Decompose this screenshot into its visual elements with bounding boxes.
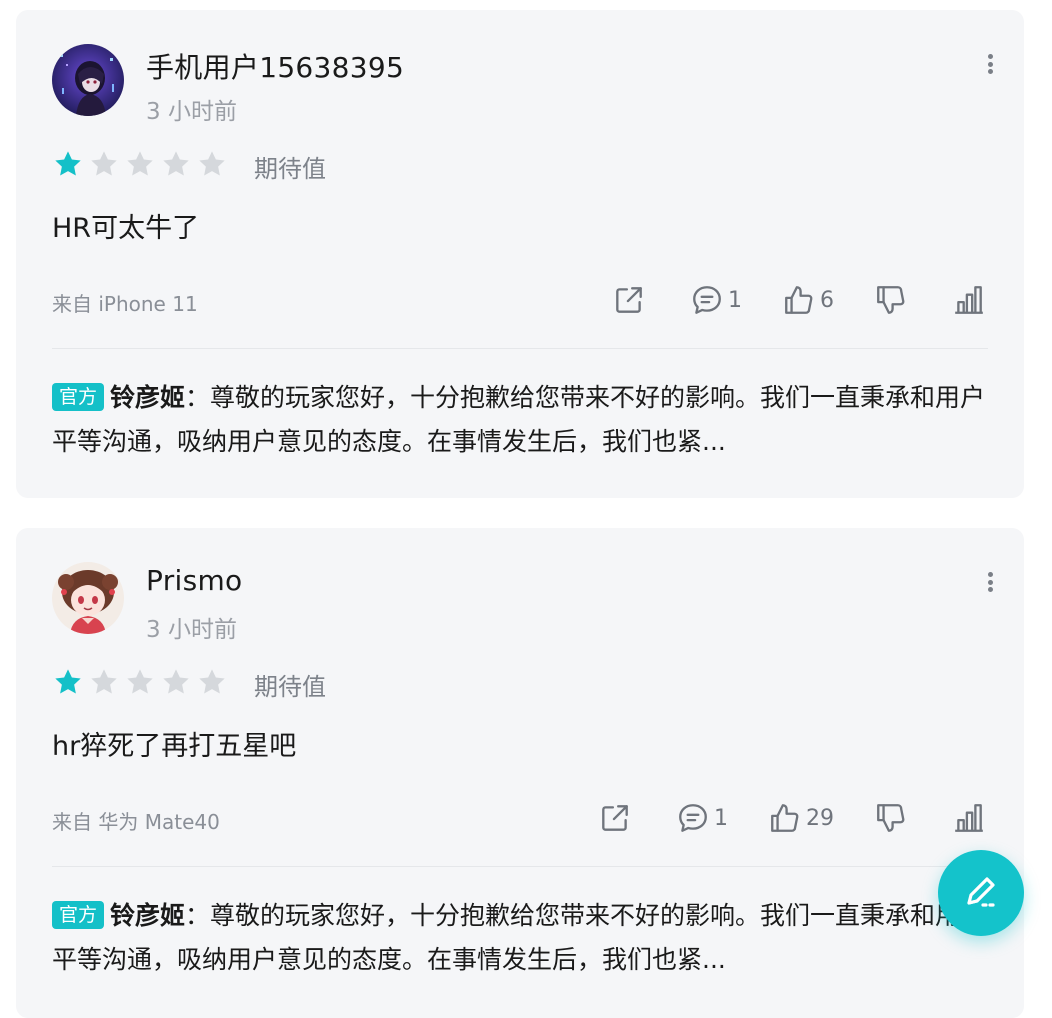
star-icon	[55, 669, 81, 694]
star-rating	[52, 148, 228, 180]
comment-icon	[693, 286, 721, 314]
review-content[interactable]: HR可太牛了	[52, 206, 199, 245]
review-card: 手机用户15638395 3 小时前 期待值 HR可太牛了 来自 iPhone …	[16, 10, 1024, 498]
share-button[interactable]	[612, 283, 646, 317]
comment-button[interactable]: 1	[676, 801, 728, 835]
comment-icon	[679, 804, 707, 832]
reply-separator: ：	[185, 383, 211, 412]
like-button[interactable]: 6	[782, 283, 834, 317]
bar-chart-icon	[955, 804, 983, 832]
star-icon	[199, 669, 225, 694]
official-reply[interactable]: 官方 铃彦姬：尊敬的玩家您好，十分抱歉给您带来不好的影响。我们一直秉承和用户平等沟…	[52, 894, 992, 982]
action-bar: 1 6	[612, 280, 986, 320]
dislike-button[interactable]	[874, 801, 908, 835]
share-icon	[616, 287, 642, 313]
avatar[interactable]	[52, 562, 124, 634]
thumbs-down-icon	[877, 286, 905, 314]
reply-author: 铃彦姬	[110, 901, 186, 930]
timestamp: 3 小时前	[146, 99, 237, 125]
star-icon	[127, 151, 153, 176]
divider	[52, 866, 988, 867]
like-count: 6	[820, 287, 834, 313]
device-info: 来自 华为 Mate40	[52, 810, 220, 834]
thumbs-up-icon	[771, 804, 799, 832]
official-badge: 官方	[52, 383, 105, 411]
more-vertical-icon[interactable]	[982, 566, 998, 598]
review-content[interactable]: hr猝死了再打五星吧	[52, 724, 296, 763]
review-card: Prismo 3 小时前 期待值 hr猝死了再打五星吧 来自 华为 Mate40…	[16, 528, 1024, 1018]
more-vertical-icon[interactable]	[982, 48, 998, 80]
stats-button[interactable]	[952, 283, 986, 317]
official-reply[interactable]: 官方 铃彦姬：尊敬的玩家您好，十分抱歉给您带来不好的影响。我们一直秉承和用户平等沟…	[52, 376, 992, 464]
thumbs-up-icon	[785, 286, 813, 314]
star-icon	[91, 151, 117, 176]
username[interactable]: Prismo	[146, 564, 242, 597]
device-info: 来自 iPhone 11	[52, 292, 198, 316]
divider	[52, 348, 988, 349]
stats-button[interactable]	[952, 801, 986, 835]
share-icon	[602, 805, 628, 831]
action-bar: 1 29	[598, 798, 986, 838]
thumbs-down-icon	[877, 804, 905, 832]
star-icon	[55, 151, 81, 176]
pen-icon	[967, 877, 997, 907]
reply-separator: ：	[185, 901, 211, 930]
star-icon	[163, 669, 189, 694]
dislike-button[interactable]	[874, 283, 908, 317]
official-badge: 官方	[52, 901, 105, 929]
like-count: 29	[806, 805, 834, 831]
rating-label: 期待值	[254, 673, 326, 701]
comment-button[interactable]: 1	[690, 283, 742, 317]
timestamp: 3 小时前	[146, 617, 237, 643]
like-button[interactable]: 29	[768, 801, 834, 835]
star-icon	[127, 669, 153, 694]
bar-chart-icon	[955, 286, 983, 314]
write-review-button[interactable]	[938, 850, 1024, 936]
share-button[interactable]	[598, 801, 632, 835]
star-icon	[199, 151, 225, 176]
star-icon	[163, 151, 189, 176]
comment-count: 1	[714, 805, 728, 831]
avatar[interactable]	[52, 44, 124, 116]
rating-label: 期待值	[254, 155, 326, 183]
star-rating	[52, 666, 228, 698]
comment-count: 1	[728, 287, 742, 313]
username[interactable]: 手机用户15638395	[146, 46, 404, 86]
star-icon	[91, 669, 117, 694]
reply-author: 铃彦姬	[110, 383, 186, 412]
